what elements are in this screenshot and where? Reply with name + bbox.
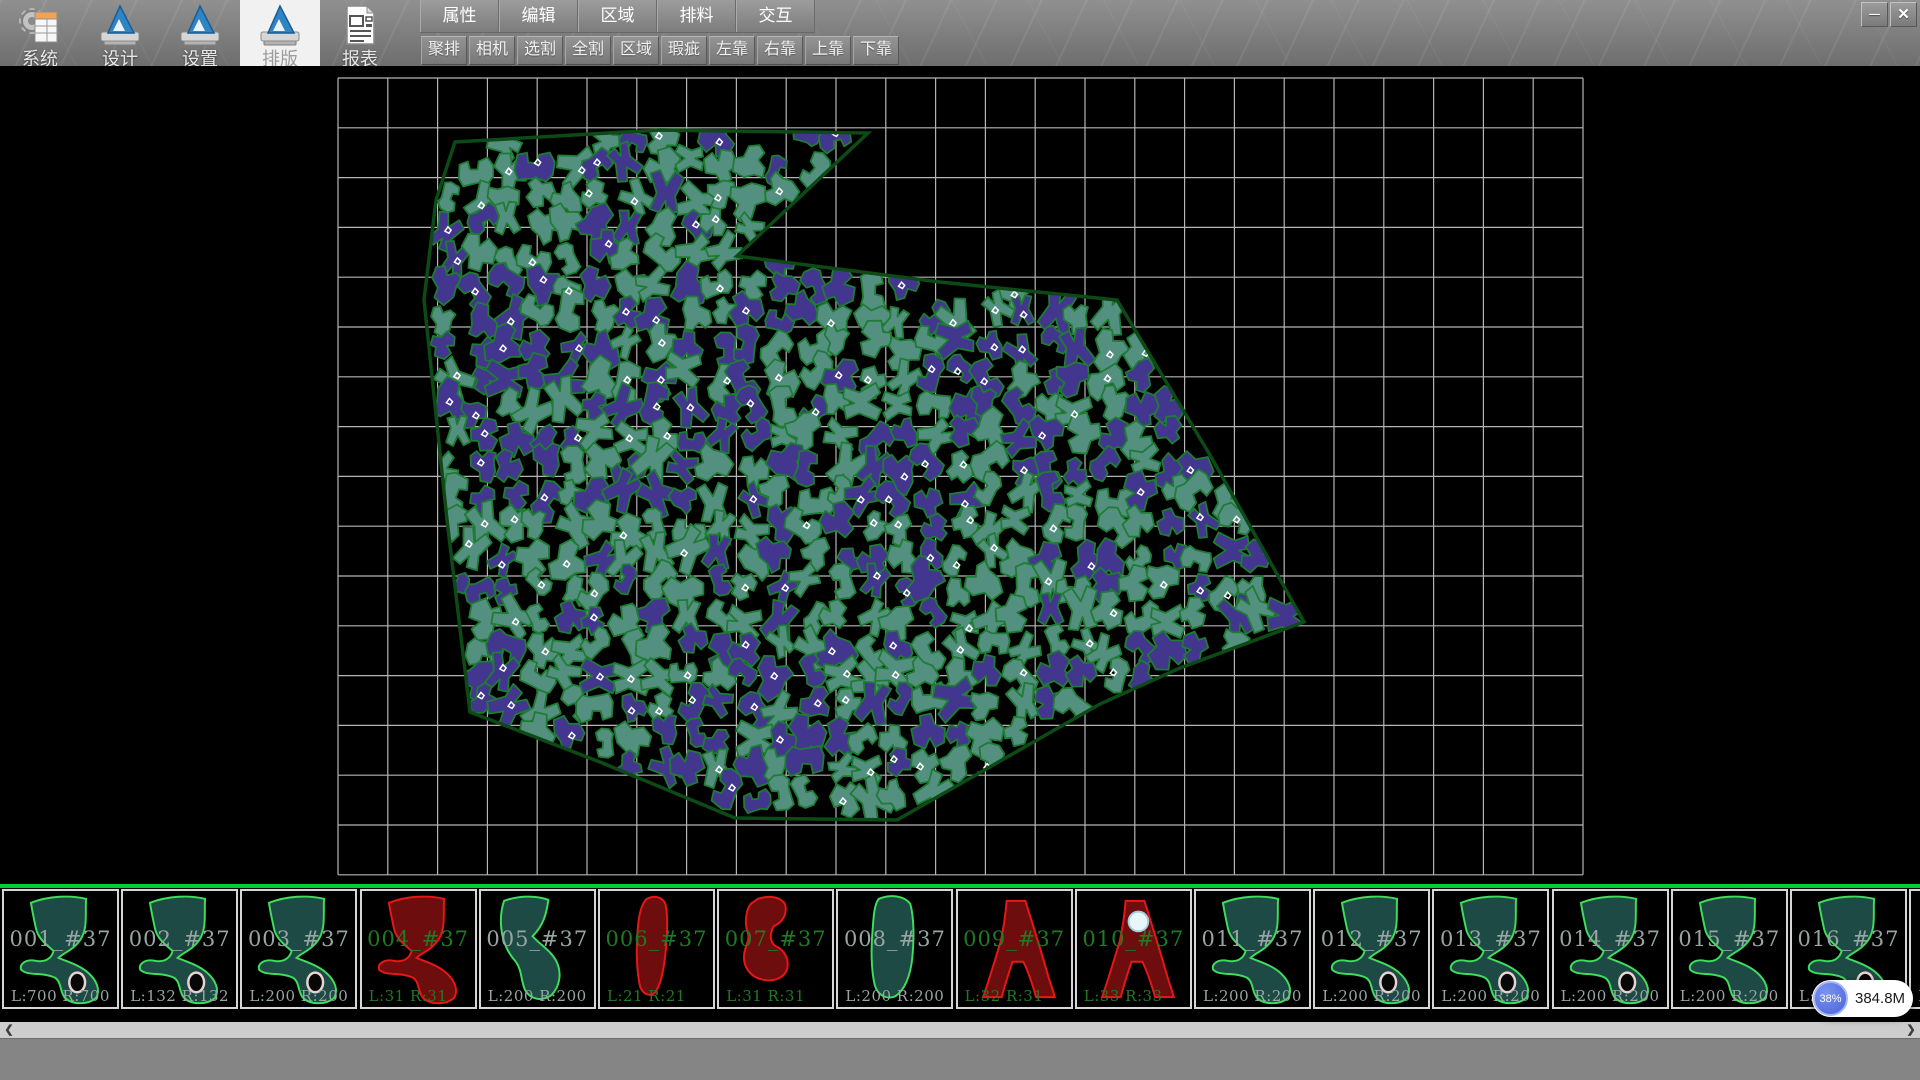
menu-item-4[interactable]: 交互 (736, 0, 815, 32)
tool-button-2[interactable]: 选割 (517, 36, 563, 65)
nav-button-nesting-3[interactable]: 排版 (240, 0, 320, 66)
nav-label: 报表 (320, 45, 400, 66)
piece-lr-label: L:200 R:200 (845, 987, 944, 1005)
titlebar: 系统 设计 设置 排版 报表 属性编辑区域排料交互 聚排相机选割全割区域瑕疵左靠… (0, 0, 1920, 66)
tool-button-5[interactable]: 瑕疵 (661, 36, 707, 65)
minimize-button[interactable]: ─ (1861, 2, 1888, 27)
piece-id-label: 010_#37 (1077, 927, 1190, 951)
nesting-ruler-icon (257, 3, 303, 47)
progress-circle: 38% (1813, 981, 1848, 1016)
nav-button-report-4[interactable]: 报表 (320, 0, 400, 66)
piece-id-label: 016_#37 (1792, 927, 1905, 951)
system-gear-icon (17, 3, 63, 47)
piece-lr-label: L:200 R:200 (1322, 987, 1421, 1005)
piece-thumbnail-strip: 001_#37 L:700 R:700 002_#37 L:132 R:132 003_… (0, 884, 1920, 1022)
strip-top-border (0, 884, 1920, 888)
menu-item-0[interactable]: 属性 (420, 0, 499, 32)
piece-lr-label: L:33 R:33 (1084, 987, 1163, 1005)
nav-label: 设置 (160, 45, 240, 66)
piece-id-label: 009_#37 (958, 927, 1071, 951)
window-controls: ─ ✕ (1861, 2, 1917, 27)
piece-id-label: 013_#37 (1434, 927, 1547, 951)
tool-button-6[interactable]: 左靠 (709, 36, 755, 65)
piece-id-label: 004_#37 (362, 927, 475, 951)
nav-label: 设计 (80, 45, 160, 66)
menu-item-1[interactable]: 编辑 (499, 0, 578, 32)
piece-id-label: 006_#37 (600, 927, 713, 951)
thumbnail-cell[interactable]: 001_#37 L:700 R:700 (2, 889, 119, 1009)
thumbnail-cell[interactable]: 006_#37 L:21 R:21 (598, 889, 715, 1009)
piece-id-label: 012_#37 (1315, 927, 1428, 951)
piece-id-label: 011_#37 (1196, 927, 1309, 951)
piece-id-label: 015_#37 (1673, 927, 1786, 951)
piece-lr-label: L:200 R:200 (488, 987, 587, 1005)
tool-button-7[interactable]: 右靠 (757, 36, 803, 65)
status-badge: 38% 384.8M (1812, 980, 1913, 1017)
nav-button-design-1[interactable]: 设计 (80, 0, 160, 66)
piece-lr-label: L:31 R:31 (369, 987, 448, 1005)
thumbnail-cell[interactable]: 014_#37 L:200 R:200 (1552, 889, 1669, 1009)
menu-item-2[interactable]: 区域 (578, 0, 657, 32)
design-ruler-icon (97, 3, 143, 47)
thumbnail-cell[interactable]: 004_#37 L:31 R:31 (360, 889, 477, 1009)
tool-button-8[interactable]: 上靠 (805, 36, 851, 65)
nav-buttons: 系统 设计 设置 排版 报表 (0, 0, 400, 66)
thumbnail-cell[interactable]: 003_#37 L:200 R:200 (240, 889, 357, 1009)
tool-button-3[interactable]: 全割 (565, 36, 611, 65)
piece-id-label: 0 (1911, 927, 1920, 951)
thumbnail-cell[interactable]: 011_#37 L:200 R:200 (1194, 889, 1311, 1009)
piece-id-label: 003_#37 (242, 927, 355, 951)
thumbnail-cell[interactable]: 007_#37 L:31 R:31 (717, 889, 834, 1009)
tool-button-9[interactable]: 下靠 (853, 36, 899, 65)
menu-item-3[interactable]: 排料 (657, 0, 736, 32)
piece-lr-label: L:200 R:200 (1680, 987, 1779, 1005)
thumbnail-cell[interactable]: 008_#37 L:200 R:200 (836, 889, 953, 1009)
nav-label: 系统 (0, 45, 80, 66)
piece-lr-label: L:132 R:132 (130, 987, 229, 1005)
piece-id-label: 001_#37 (4, 927, 117, 951)
app-window: 系统 设计 设置 排版 报表 属性编辑区域排料交互 聚排相机选割全割区域瑕疵左靠… (0, 0, 1920, 1080)
settings-ruler-icon (177, 3, 223, 47)
piece-lr-label: L:200 R:200 (1203, 987, 1302, 1005)
piece-lr-label: L:700 R:700 (11, 987, 110, 1005)
thumbnail-cell[interactable]: 005_#37 L:200 R:200 (479, 889, 596, 1009)
nav-button-settings-2[interactable]: 设置 (160, 0, 240, 66)
piece-id-label: 008_#37 (838, 927, 951, 951)
nested-pieces (425, 118, 1307, 825)
thumbnail-cell[interactable]: 012_#37 L:200 R:200 (1313, 889, 1430, 1009)
piece-lr-label: L:32 R:31 (965, 987, 1044, 1005)
report-doc-icon (337, 3, 383, 47)
piece-id-label: 014_#37 (1554, 927, 1667, 951)
piece-lr-label: L:200 R:200 (249, 987, 348, 1005)
toolbar: 聚排相机选割全割区域瑕疵左靠右靠上靠下靠 (421, 36, 899, 65)
piece-id-label: 002_#37 (123, 927, 236, 951)
thumbnail-cell[interactable]: 009_#37 L:32 R:31 (956, 889, 1073, 1009)
horizontal-scrollbar[interactable]: ❮ ❯ (0, 1022, 1920, 1038)
piece-lr-label: L:200 R:200 (1561, 987, 1660, 1005)
status-bar (0, 1038, 1920, 1080)
piece-lr-label: L:21 R:21 (607, 987, 686, 1005)
scroll-left-icon[interactable]: ❮ (0, 1022, 18, 1038)
nesting-canvas[interactable] (0, 66, 1920, 884)
menu-bar: 属性编辑区域排料交互 (420, 0, 815, 33)
nav-label: 排版 (240, 45, 320, 66)
thumbnail-cell[interactable]: 010_#37 L:33 R:33 (1075, 889, 1192, 1009)
piece-lr-label: L:31 R:31 (726, 987, 805, 1005)
close-button[interactable]: ✕ (1890, 2, 1917, 27)
thumbnail-cell[interactable]: 002_#37 L:132 R:132 (121, 889, 238, 1009)
thumbnail-cell[interactable]: 013_#37 L:200 R:200 (1432, 889, 1549, 1009)
piece-lr-label: L:200 R:200 (1441, 987, 1540, 1005)
tool-button-1[interactable]: 相机 (469, 36, 515, 65)
nav-button-system-0[interactable]: 系统 (0, 0, 80, 66)
tool-button-0[interactable]: 聚排 (421, 36, 467, 65)
thumbnail-cell[interactable]: 015_#37 L:200 R:200 (1671, 889, 1788, 1009)
scroll-right-icon[interactable]: ❯ (1902, 1022, 1920, 1038)
tool-button-4[interactable]: 区域 (613, 36, 659, 65)
piece-id-label: 007_#37 (719, 927, 832, 951)
piece-id-label: 005_#37 (481, 927, 594, 951)
memory-value: 384.8M (1855, 990, 1905, 1007)
